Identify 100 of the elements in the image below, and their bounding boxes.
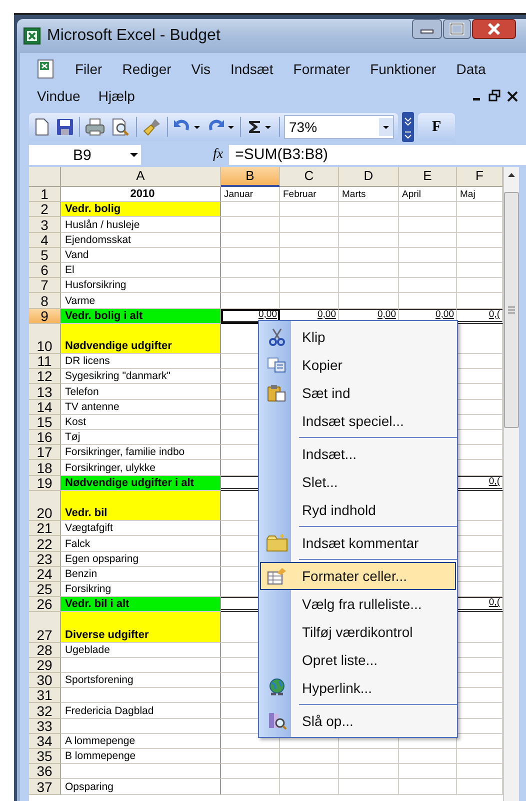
row-header[interactable]: 30	[29, 673, 61, 688]
row-header[interactable]: 10	[29, 324, 61, 354]
row-header[interactable]: 29	[29, 658, 61, 674]
row-header[interactable]: 32	[29, 703, 61, 719]
row-header[interactable]: 31	[29, 688, 61, 704]
row-header[interactable]: 8	[29, 293, 61, 308]
table-cell	[280, 248, 339, 263]
row-header[interactable]: 25	[29, 582, 61, 598]
close-icon[interactable]	[472, 19, 516, 39]
insert-function-button[interactable]: fx	[213, 147, 224, 163]
row-header[interactable]: 12	[29, 369, 61, 384]
spreadsheet-icon	[23, 27, 41, 45]
close-icon[interactable]	[506, 88, 518, 102]
column-header[interactable]: E	[399, 167, 457, 187]
menu-item[interactable]: Klip	[260, 323, 456, 351]
row-header[interactable]: 2	[29, 202, 61, 218]
minimize-icon[interactable]	[412, 19, 442, 39]
row-header[interactable]: 6	[29, 262, 61, 278]
row-header[interactable]: 20	[29, 490, 61, 522]
row-header[interactable]: 24	[29, 566, 61, 582]
menu-item[interactable]: Indsæt	[220, 60, 284, 76]
book-icon	[267, 711, 287, 731]
globe-icon	[267, 678, 287, 698]
menu-item[interactable]: Indsæt...	[260, 440, 456, 468]
row-header[interactable]: 5	[29, 248, 61, 263]
row-header[interactable]: 14	[29, 400, 61, 415]
print-icon[interactable]	[84, 117, 106, 137]
row-header[interactable]: 35	[29, 748, 61, 764]
column-header[interactable]: D	[339, 167, 399, 187]
formula-field[interactable]: =SUM(B3:B8)	[229, 145, 526, 165]
table-cell	[399, 248, 457, 263]
menu-item[interactable]: Rediger	[112, 60, 182, 76]
menu-item[interactable]: Vindue	[37, 88, 86, 104]
row-header[interactable]: 9	[29, 308, 61, 324]
menu-item[interactable]: Slå op...	[260, 707, 456, 735]
row-header[interactable]: 3	[29, 217, 61, 233]
row-header[interactable]: 18	[29, 460, 61, 476]
row-header[interactable]: 23	[29, 552, 61, 567]
column-header[interactable]: B	[221, 167, 280, 187]
menu-item[interactable]: Tilføj værdikontrol	[260, 618, 456, 646]
menu-item[interactable]: Slet...	[260, 468, 456, 496]
menu-item[interactable]: Vis	[181, 60, 220, 76]
scissors-icon	[269, 328, 285, 346]
table-cell	[339, 248, 399, 263]
menu-item[interactable]: Formater celler...	[260, 562, 456, 590]
row-header[interactable]: 33	[29, 718, 61, 734]
menu-item[interactable]: Funktioner	[360, 60, 446, 76]
new-document-icon[interactable]	[33, 117, 51, 137]
menu-item[interactable]: Formater	[283, 60, 360, 76]
row-header[interactable]: 17	[29, 445, 61, 460]
row-header[interactable]: 19	[29, 476, 61, 491]
maximize-icon[interactable]	[443, 19, 471, 39]
menu-item[interactable]: Ryd indhold	[260, 496, 456, 524]
brush-icon[interactable]	[141, 117, 163, 137]
save-icon[interactable]	[55, 117, 75, 137]
row-header[interactable]: 7	[29, 278, 61, 294]
table-cell: Husforsikring	[61, 278, 221, 294]
table-cell	[221, 748, 280, 764]
restore-icon[interactable]	[488, 88, 502, 102]
menu-item[interactable]: Indsæt speciel...	[260, 407, 456, 435]
menu-item[interactable]: Vælg fra rulleliste...	[260, 590, 456, 618]
row-header[interactable]: 28	[29, 642, 61, 658]
row-header[interactable]: 37	[29, 779, 61, 795]
table-cell: Forsikringer, familie indbo	[61, 445, 221, 460]
menu-item[interactable]: Filer	[65, 60, 112, 76]
row-header[interactable]: 36	[29, 764, 61, 780]
row-header[interactable]: 4	[29, 232, 61, 248]
column-header[interactable]: A	[61, 167, 221, 187]
table-cell: Marts	[339, 187, 399, 202]
row-header[interactable]: 27	[29, 612, 61, 643]
column-header[interactable]: F	[457, 167, 503, 187]
row-header[interactable]: 34	[29, 734, 61, 749]
table-cell	[221, 262, 280, 278]
row-header[interactable]: 15	[29, 414, 61, 430]
menu-item[interactable]: Data	[446, 60, 496, 76]
table-cell: Januar	[221, 187, 280, 202]
menu-item[interactable]: Kopier	[260, 351, 456, 379]
table-cell	[339, 278, 399, 294]
table-cell: April	[399, 187, 457, 202]
table-cell	[339, 232, 399, 248]
row-header[interactable]: 13	[29, 384, 61, 400]
table-cell: B lommepenge	[61, 748, 221, 764]
toolbar-options-icon[interactable]	[402, 112, 414, 142]
row-header[interactable]: 11	[29, 354, 61, 370]
table-cell	[399, 232, 457, 248]
menu-item[interactable]: Sæt ind	[260, 379, 456, 407]
row-header[interactable]: 26	[29, 597, 61, 612]
row-header[interactable]: 16	[29, 430, 61, 446]
menu-item[interactable]: Hjælp	[98, 88, 141, 104]
row-header[interactable]: 21	[29, 521, 61, 536]
row-header[interactable]: 22	[29, 536, 61, 552]
table-cell: Nødvendige udgifter	[61, 324, 221, 354]
name-box[interactable]: B9	[29, 145, 141, 165]
row-header[interactable]: 1	[29, 187, 61, 202]
menu-item[interactable]: Opret liste...	[260, 646, 456, 674]
column-header[interactable]: C	[280, 167, 339, 187]
menu-item[interactable]: Indsæt kommentar	[260, 529, 456, 557]
vertical-scrollbar[interactable]	[503, 167, 519, 801]
menu-item[interactable]: Hyperlink...	[260, 674, 456, 702]
zoom-dropdown[interactable]: 73%	[284, 115, 394, 139]
